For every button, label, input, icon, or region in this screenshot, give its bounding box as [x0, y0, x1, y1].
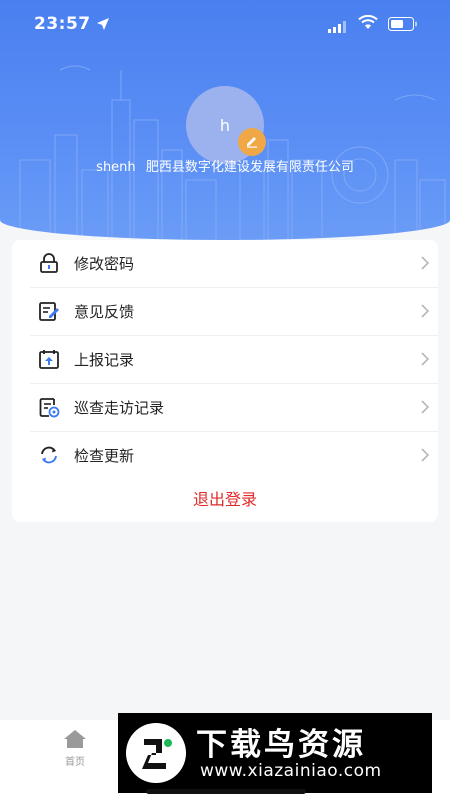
refresh-icon: [38, 444, 60, 466]
menu-item-check-update[interactable]: 检查更新: [12, 432, 438, 478]
menu-item-patrol-visit-records[interactable]: 巡查走访记录: [12, 384, 438, 430]
user-info: shenh 肥西县数字化建设发展有限责任公司: [0, 156, 450, 175]
pencil-icon: [245, 133, 259, 152]
home-indicator: [146, 789, 306, 794]
feedback-edit-icon: [38, 300, 60, 322]
chevron-right-icon: [420, 255, 430, 275]
wifi-icon: [358, 14, 378, 34]
menu-item-feedback[interactable]: 意见反馈: [12, 288, 438, 334]
watermark-title: 下载鸟资源: [196, 727, 366, 763]
lock-icon: [38, 252, 60, 274]
watermark-url: www.xiazainiao.com: [200, 761, 382, 781]
edit-avatar-button[interactable]: [238, 128, 266, 156]
username: shenh: [96, 160, 136, 175]
tab-home-label: 首页: [65, 757, 85, 768]
watermark-logo: [126, 723, 186, 783]
chevron-right-icon: [420, 447, 430, 467]
organization-name: 肥西县数字化建设发展有限责任公司: [145, 160, 354, 175]
tab-home[interactable]: 首页: [48, 728, 102, 768]
home-icon: [62, 730, 88, 753]
menu-item-label: 检查更新: [74, 447, 135, 465]
chevron-right-icon: [420, 303, 430, 323]
menu-item-label: 意见反馈: [74, 303, 135, 321]
status-time: 23:57: [34, 14, 91, 34]
avatar-initial: h: [219, 115, 231, 135]
chevron-right-icon: [420, 351, 430, 371]
watermark-banner: 下载鸟资源 www.xiazainiao.com: [118, 713, 432, 793]
cellular-signal-icon: [328, 18, 348, 37]
settings-menu-card: 修改密码 意见反馈 上报记录 巡查走访记录 检查更新 退出登录: [12, 240, 438, 522]
menu-item-change-password[interactable]: 修改密码: [12, 240, 438, 286]
logout-button[interactable]: 退出登录: [12, 478, 438, 522]
menu-item-label: 上报记录: [74, 351, 135, 369]
status-bar: 23:57: [0, 0, 450, 50]
menu-item-label: 巡查走访记录: [74, 399, 165, 417]
battery-icon: [388, 16, 418, 35]
menu-item-label: 修改密码: [74, 255, 135, 273]
chevron-right-icon: [420, 399, 430, 419]
menu-item-report-records[interactable]: 上报记录: [12, 336, 438, 382]
upload-calendar-icon: [38, 348, 60, 370]
patrol-doc-icon: [38, 396, 60, 418]
location-arrow-icon: [96, 16, 110, 35]
